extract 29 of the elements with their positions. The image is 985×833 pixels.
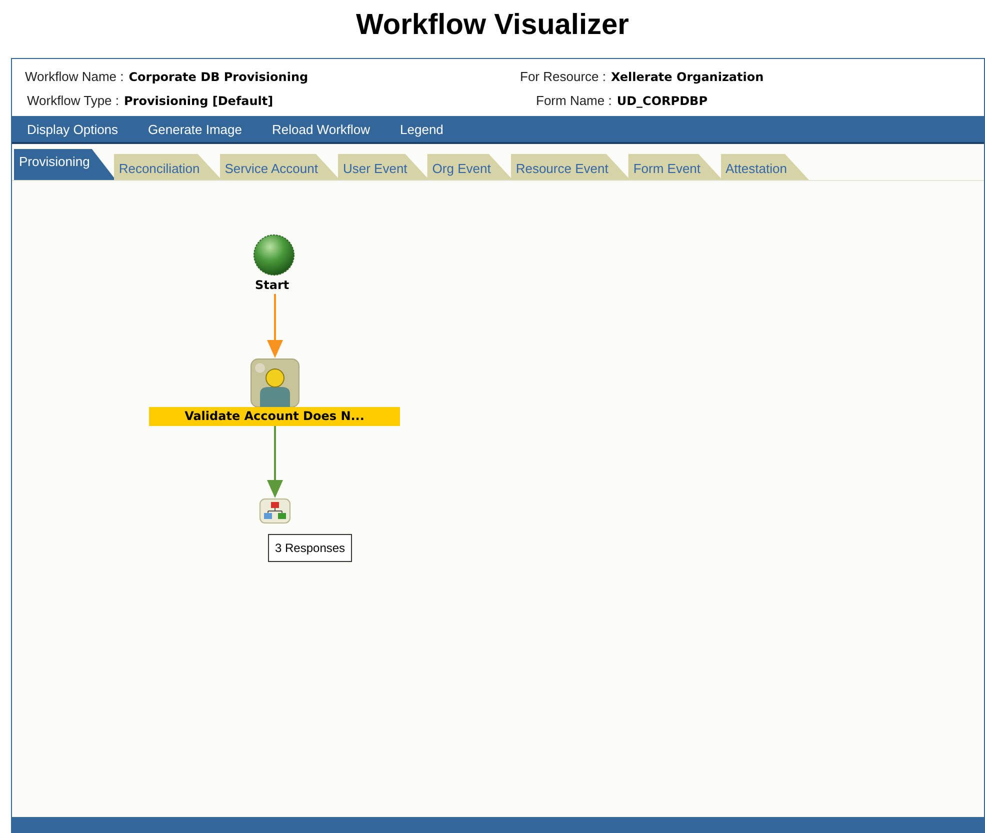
connector-arrow (267, 426, 283, 498)
tab[interactable]: Provisioning (14, 149, 116, 180)
field-value: Corporate DB Provisioning (128, 70, 308, 84)
field-label: Workflow Type : (27, 93, 119, 108)
tab[interactable]: Resource Event (510, 154, 630, 180)
connector-arrow (267, 294, 283, 358)
page-title: Workflow Visualizer (355, 8, 630, 43)
field-value: Xellerate Organization (610, 70, 764, 84)
field-label: Form Name : (536, 93, 612, 108)
tab[interactable]: Form Event (628, 154, 723, 180)
tab[interactable]: Reconciliation (114, 154, 222, 180)
tab[interactable]: Org Event (427, 154, 513, 180)
person-icon[interactable] (250, 358, 300, 408)
field-value: Provisioning [Default] (124, 94, 274, 108)
start-node-icon[interactable] (253, 234, 295, 276)
tab[interactable]: Attestation (720, 154, 809, 180)
menu-item[interactable]: Legend (385, 122, 458, 136)
tab[interactable]: Service Account (220, 154, 340, 180)
hierarchy-icon[interactable] (259, 498, 291, 524)
tab[interactable]: User Event (338, 154, 430, 180)
field-label: For Resource : (520, 69, 606, 84)
task-label[interactable]: Validate Account Does N... (149, 407, 400, 426)
menu-item[interactable]: Reload Workflow (257, 122, 386, 136)
field-label: Workflow Name : (25, 69, 124, 84)
menu-item[interactable]: Generate Image (133, 122, 257, 136)
field-value: UD_CORPDBP (616, 94, 708, 108)
responses-tooltip: 3 Responses (268, 534, 352, 562)
start-label: Start (255, 278, 290, 292)
menu-item[interactable]: Display Options (12, 122, 134, 136)
